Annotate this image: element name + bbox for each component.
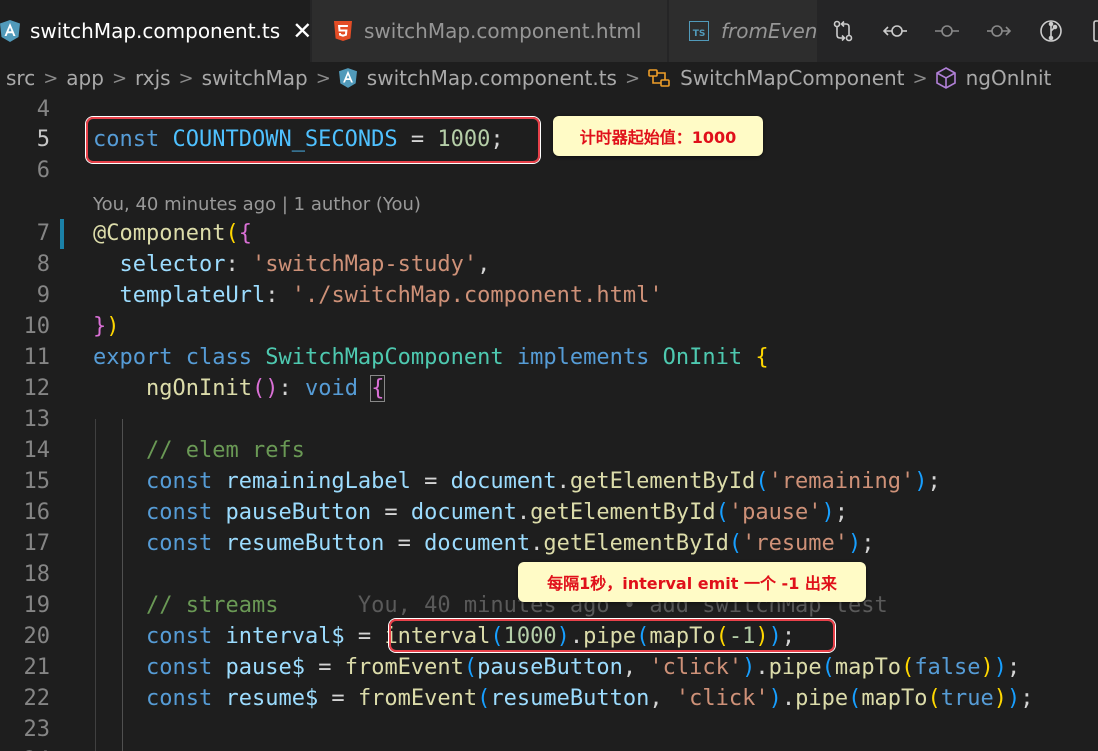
line-number: 6 <box>36 158 50 183</box>
breadcrumb: src > app > rxjs > switchMap > switchMap… <box>0 62 1098 94</box>
tab-switchmap-component-ts[interactable]: switchMap.component.ts ✕ <box>0 0 310 62</box>
code-line-12: ngOnInit(): void { <box>145 375 386 402</box>
tab-label: switchMap.component.html <box>364 19 642 43</box>
chevron-right-icon: > <box>111 67 128 89</box>
angular-icon <box>338 68 357 88</box>
line-number: 9 <box>36 283 50 308</box>
line-number: 11 <box>23 345 51 370</box>
line-number: 5 <box>36 127 50 152</box>
chevron-right-icon: > <box>624 67 641 89</box>
git-change-marker <box>60 219 64 249</box>
editor-actions <box>817 0 1098 62</box>
line-number: 20 <box>23 624 51 649</box>
line-number: 8 <box>36 252 50 277</box>
breadcrumb-rxjs[interactable]: rxjs <box>135 66 171 90</box>
code-line-15: const remainingLabel = document.getEleme… <box>145 469 941 494</box>
annotation-highlight-interval <box>389 619 835 652</box>
code-line-8: selector: 'switchMap-study', <box>119 252 491 277</box>
breadcrumb-switchmap[interactable]: switchMap <box>202 66 308 90</box>
line-number: 24 <box>0 745 51 751</box>
line-number: 16 <box>23 500 51 525</box>
annotation-note-countdown: 计时器起始值：1000 <box>553 116 763 156</box>
git-commit-icon[interactable] <box>921 11 973 51</box>
annotation-highlight-countdown <box>86 117 540 163</box>
line-number: 7 <box>36 221 50 246</box>
tab-switchmap-component-html[interactable]: switchMap.component.html <box>312 0 667 62</box>
code-line-16: const pauseButton = document.getElementB… <box>145 500 849 525</box>
chevron-right-icon: > <box>315 67 331 89</box>
git-compare-icon[interactable] <box>817 11 869 51</box>
code-line-22: const resume$ = fromEvent(resumeButton, … <box>145 686 1034 711</box>
split-editor-icon[interactable] <box>1077 11 1098 51</box>
html5-icon <box>334 21 352 41</box>
code-line-11: export class SwitchMapComponent implemen… <box>93 345 769 370</box>
breadcrumb-app[interactable]: app <box>66 66 104 90</box>
line-number: 4 <box>36 97 50 122</box>
chevron-right-icon: > <box>43 67 59 89</box>
line-number: 18 <box>23 562 51 587</box>
close-icon[interactable]: ✕ <box>292 17 310 45</box>
tab-label: fromEvent <box>721 19 817 43</box>
breadcrumb-src[interactable]: src <box>6 66 35 90</box>
class-symbol-icon <box>648 68 670 88</box>
code-line-7: @Component({ <box>93 221 252 246</box>
line-number: 17 <box>23 531 51 556</box>
line-number: 14 <box>23 438 51 463</box>
line-number: 21 <box>23 655 51 680</box>
line-number: 23 <box>23 717 51 742</box>
line-number: 12 <box>23 376 51 401</box>
method-symbol-icon <box>935 67 956 89</box>
line-number: 19 <box>23 593 51 618</box>
code-line-10: }) <box>93 314 120 339</box>
code-line-9: templateUrl: './switchMap.component.html… <box>119 283 663 308</box>
line-number: 22 <box>23 686 51 711</box>
line-number: 10 <box>23 314 51 339</box>
editor-tab-bar: switchMap.component.ts ✕ switchMap.compo… <box>0 0 1098 62</box>
breadcrumb-method[interactable]: ngOnInit <box>966 66 1052 90</box>
chevron-right-icon: > <box>178 67 194 89</box>
chevron-right-icon: > <box>912 67 928 89</box>
code-line-14: // elem refs <box>145 438 305 463</box>
code-lens-blame[interactable]: You, 40 minutes ago | 1 author (You) <box>93 191 421 219</box>
angular-icon <box>0 20 20 42</box>
git-graph-icon[interactable] <box>1025 11 1077 51</box>
breadcrumb-file[interactable]: switchMap.component.ts <box>367 66 617 90</box>
breadcrumb-class[interactable]: SwitchMapComponent <box>680 66 904 90</box>
code-editor[interactable]: 4 5 6 7 8 9 10 11 12 13 14 15 16 17 18 1… <box>0 94 1098 751</box>
code-line-21: const pause$ = fromEvent(pauseButton, 'c… <box>145 655 1021 680</box>
line-number: 13 <box>23 407 51 432</box>
annotation-note-interval: 每隔1秒，interval emit 一个 -1 出来 <box>518 562 866 602</box>
go-back-icon[interactable] <box>869 11 921 51</box>
code-line-17: const resumeButton = document.getElement… <box>145 531 875 556</box>
line-number: 15 <box>23 469 51 494</box>
typescript-icon: TS <box>689 21 709 41</box>
tab-label: switchMap.component.ts <box>30 19 281 43</box>
tab-fromevent[interactable]: TS fromEvent <box>669 0 817 62</box>
go-forward-icon[interactable] <box>973 11 1025 51</box>
